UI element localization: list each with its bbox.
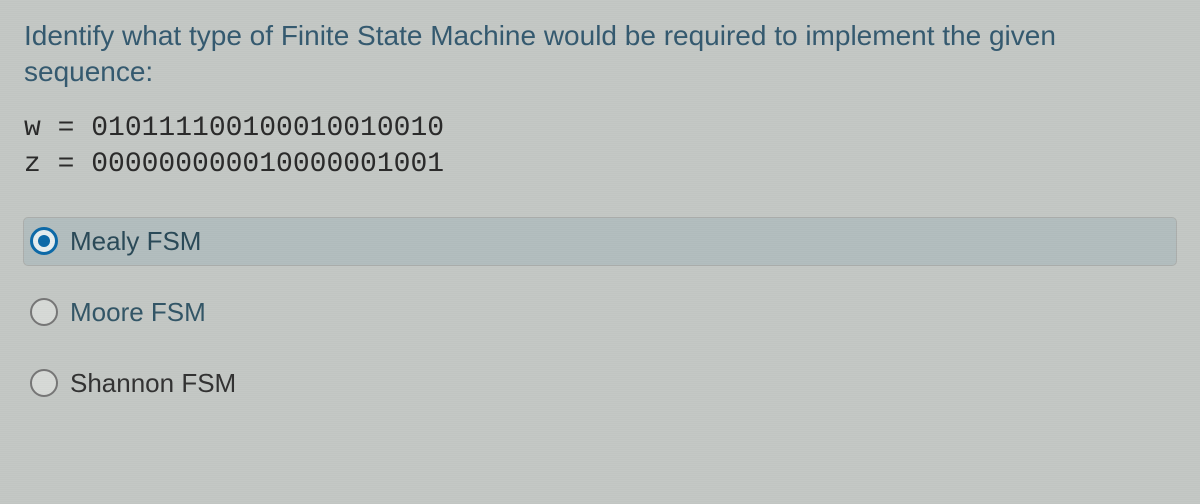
sequence-block: w = 010111100100010010010 z = 0000000000…	[24, 111, 1176, 184]
option-label: Mealy FSM	[70, 226, 201, 257]
question-prompt: Identify what type of Finite State Machi…	[24, 18, 1176, 91]
w-line: w = 010111100100010010010	[24, 111, 1176, 147]
option-shannon[interactable]: Shannon FSM	[24, 360, 1176, 407]
z-line: z = 000000000010000001001	[24, 147, 1176, 183]
option-mealy[interactable]: Mealy FSM	[24, 218, 1176, 265]
radio-icon	[30, 227, 58, 255]
option-label: Moore FSM	[70, 297, 206, 328]
option-moore[interactable]: Moore FSM	[24, 289, 1176, 336]
radio-icon	[30, 369, 58, 397]
radio-icon	[30, 298, 58, 326]
option-label: Shannon FSM	[70, 368, 236, 399]
options-group: Mealy FSM Moore FSM Shannon FSM	[24, 218, 1176, 407]
